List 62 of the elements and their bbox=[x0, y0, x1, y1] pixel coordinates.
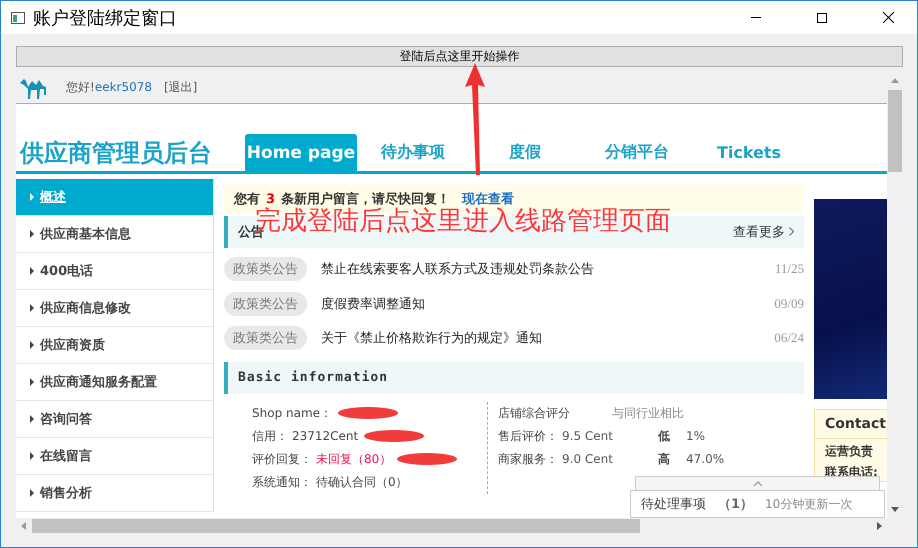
compare-heading: 与同行业相比 bbox=[612, 404, 684, 422]
scroll-down-icon bbox=[891, 507, 900, 512]
minimize-icon bbox=[751, 17, 761, 18]
info-label: 评价回复： bbox=[252, 450, 312, 468]
info-value: 未回复（80） bbox=[316, 450, 392, 468]
chevron-up-icon bbox=[754, 481, 762, 486]
scroll-thumb[interactable] bbox=[32, 519, 640, 533]
scroll-up-icon bbox=[891, 78, 900, 83]
close-icon bbox=[882, 12, 894, 23]
caret-icon bbox=[30, 193, 34, 201]
caret-icon bbox=[30, 415, 34, 423]
info-label: 系统通知： bbox=[252, 474, 312, 490]
caret-icon bbox=[30, 489, 34, 497]
scroll-thumb[interactable] bbox=[888, 90, 902, 172]
start-button[interactable]: 登陆后点这里开始操作 bbox=[16, 46, 903, 67]
trend-text: 高 bbox=[658, 450, 671, 468]
announcement-link[interactable]: 度假费率调整通知 bbox=[321, 294, 774, 313]
contact-line: 运营负责 bbox=[824, 443, 874, 460]
info-value: 待确认合同（0） bbox=[316, 474, 408, 490]
notice-text: 您有 3 条新用户留言，请尽快回复！ bbox=[234, 190, 450, 207]
score-value: 9.0 Cent bbox=[562, 452, 614, 466]
announcement-link[interactable]: 关于《禁止价格欺诈行为的规定》通知 bbox=[321, 329, 774, 348]
category-tag: 政策类公告 bbox=[224, 326, 307, 350]
percent-value: 47.0% bbox=[686, 452, 726, 466]
score-label: 商家服务： bbox=[498, 450, 558, 468]
info-label: Shop name： bbox=[252, 404, 332, 422]
announcement-link[interactable]: 禁止在线索要客人联系方式及违规处罚条款公告 bbox=[321, 260, 775, 278]
scroll-left-icon bbox=[21, 522, 26, 530]
view-now-link[interactable]: 现在查看 bbox=[462, 190, 514, 208]
pending-count: （1） bbox=[718, 496, 754, 513]
username-link[interactable]: eekr5078 bbox=[94, 80, 152, 94]
section-title: Basic information bbox=[238, 370, 388, 385]
score-label: 售后评价： bbox=[498, 428, 558, 444]
category-tag: 政策类公告 bbox=[224, 292, 307, 316]
info-label: 信用： bbox=[252, 428, 288, 444]
score-value: 9.5 Cent bbox=[562, 429, 614, 443]
percent-value: 1% bbox=[686, 429, 706, 443]
announcement-date: 06/24 bbox=[774, 330, 804, 346]
trend-text: 低 bbox=[658, 428, 671, 444]
scroll-right-icon bbox=[877, 522, 882, 530]
window-icon bbox=[11, 12, 25, 24]
window-title: 账户登陆绑定窗口 bbox=[33, 6, 178, 30]
pending-label: 待处理事项 bbox=[641, 496, 706, 513]
caret-icon bbox=[30, 341, 34, 349]
score-heading: 店铺综合评分 bbox=[498, 404, 571, 422]
info-value: 23712Cent bbox=[292, 429, 358, 443]
announcement-date: 11/25 bbox=[774, 261, 804, 278]
greeting-text: 您好! bbox=[66, 80, 95, 94]
caret-icon bbox=[30, 378, 34, 386]
maximize-icon bbox=[817, 12, 827, 22]
caret-icon bbox=[30, 230, 34, 238]
category-tag: 政策类公告 bbox=[224, 257, 307, 282]
caret-icon bbox=[30, 304, 34, 312]
chevron-right-icon bbox=[789, 227, 794, 236]
announcement-date: 09/09 bbox=[774, 296, 804, 312]
caret-icon bbox=[30, 267, 34, 275]
view-more-link[interactable]: 查看更多 bbox=[733, 223, 794, 241]
pending-note: 10分钟更新一次 bbox=[765, 496, 852, 512]
caret-icon bbox=[30, 452, 34, 460]
logout-link[interactable]: [退出] bbox=[164, 79, 198, 96]
expand-tab[interactable] bbox=[635, 476, 880, 490]
site-title: 供应商管理员后台 bbox=[18, 138, 213, 169]
